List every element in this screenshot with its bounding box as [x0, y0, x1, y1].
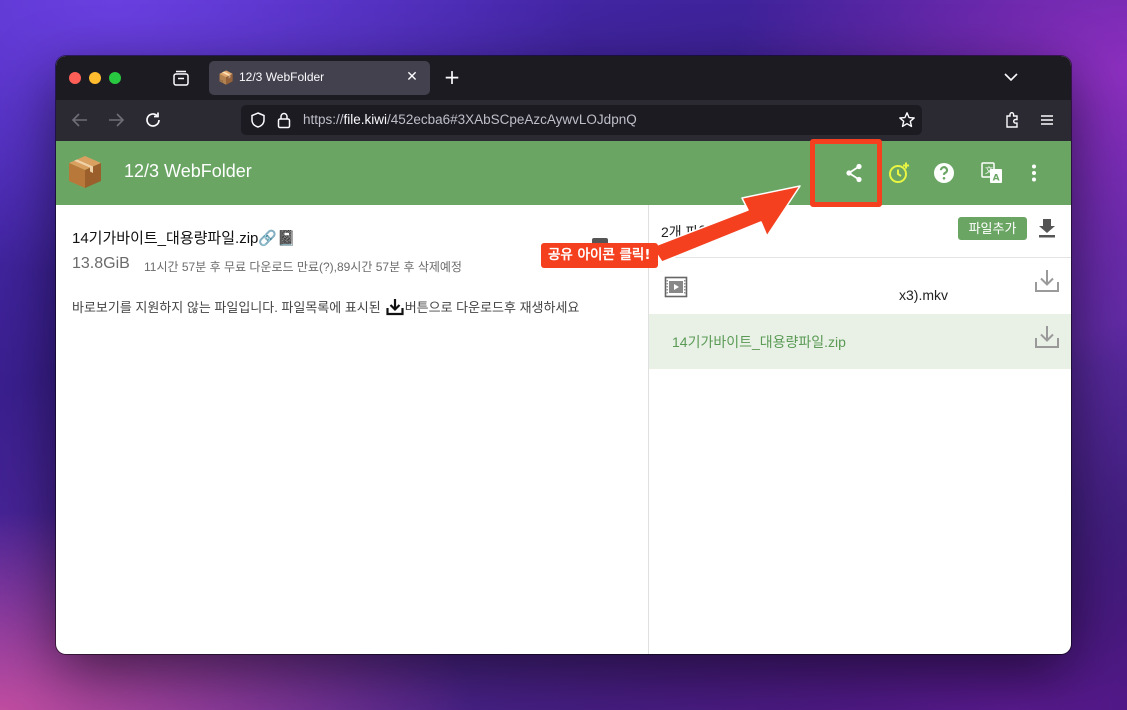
file-list-item-name[interactable]: x3).mkv: [899, 287, 948, 303]
file-name: 14기가바이트_대용량파일.zip🔗📓: [72, 230, 296, 247]
main-content: 14기가바이트_대용량파일.zip🔗📓 13.8GiB 11시간 57분 후 무…: [56, 205, 1071, 654]
file-size: 13.8GiB: [72, 255, 130, 272]
app-title: 12/3 WebFolder: [124, 161, 252, 181]
extensions-icon[interactable]: [1002, 110, 1022, 130]
package-logo-icon: [69, 156, 101, 188]
translate-icon[interactable]: 文 A: [980, 161, 1004, 185]
annotation-label: 공유 아이콘 클릭!: [541, 243, 658, 268]
bookmark-star-icon[interactable]: [898, 111, 916, 129]
back-icon[interactable]: [70, 110, 90, 130]
file-list-panel: 2개 파일 파일추가 x3).mkv 14기가바이트_대용량파일.zip: [649, 205, 1071, 654]
file-list-item-selected[interactable]: 14기가바이트_대용량파일.zip: [649, 314, 1071, 369]
url-text[interactable]: https://file.kiwi/452ecba6#3XAbSCpeAzcAy…: [303, 112, 637, 127]
share-icon[interactable]: [842, 161, 866, 185]
minimize-window-button[interactable]: [89, 72, 101, 84]
tab-title: 12/3 WebFolder: [239, 70, 325, 84]
browser-window: 📦 12/3 WebFolder ✕ + https://file.kiwi/4…: [56, 56, 1071, 654]
url-bar[interactable]: https://file.kiwi/452ecba6#3XAbSCpeAzcAy…: [241, 105, 922, 135]
more-vert-icon[interactable]: [1022, 161, 1046, 185]
package-icon: 📦: [218, 71, 235, 86]
download-icon[interactable]: [1033, 323, 1061, 351]
download-all-icon[interactable]: [1037, 217, 1057, 239]
tab-overview-icon[interactable]: [172, 69, 190, 87]
close-tab-icon[interactable]: ✕: [402, 67, 422, 87]
file-notice: 바로보기를 지원하지 않는 파일입니다. 파일목록에 표시된 버튼으로 다운로드…: [72, 297, 579, 317]
navigation-bar: https://file.kiwi/452ecba6#3XAbSCpeAzcAy…: [56, 100, 1071, 141]
file-expiry: 11시간 57분 후 무료 다운로드 만료(?),89시간 57분 후 삭제예정: [144, 260, 462, 274]
menu-icon[interactable]: [1037, 110, 1057, 130]
add-file-button[interactable]: 파일추가: [958, 217, 1027, 240]
shield-icon[interactable]: [249, 111, 267, 129]
help-icon[interactable]: [932, 161, 956, 185]
timer-add-icon[interactable]: [887, 161, 911, 185]
reload-icon[interactable]: [143, 110, 163, 130]
svg-text:A: A: [993, 174, 1000, 184]
app-header: 12/3 WebFolder 文 A: [56, 139, 1071, 207]
maximize-window-button[interactable]: [109, 72, 121, 84]
download-icon[interactable]: [1033, 267, 1061, 295]
video-file-icon: [664, 276, 688, 298]
forward-icon[interactable]: [106, 110, 126, 130]
tab-active[interactable]: 📦 12/3 WebFolder ✕: [209, 61, 430, 95]
file-list-item[interactable]: x3).mkv: [649, 258, 1071, 313]
chevron-down-icon[interactable]: [1001, 67, 1021, 87]
new-tab-button[interactable]: +: [442, 67, 462, 87]
file-count: 2개 파일: [661, 224, 712, 240]
file-detail-panel: 14기가바이트_대용량파일.zip🔗📓 13.8GiB 11시간 57분 후 무…: [56, 205, 649, 654]
lock-icon[interactable]: [276, 111, 292, 129]
tab-strip: 📦 12/3 WebFolder ✕ +: [56, 56, 1071, 100]
download-icon: [386, 299, 404, 316]
file-list-item-name[interactable]: 14기가바이트_대용량파일.zip: [672, 332, 846, 352]
close-window-button[interactable]: [69, 72, 81, 84]
